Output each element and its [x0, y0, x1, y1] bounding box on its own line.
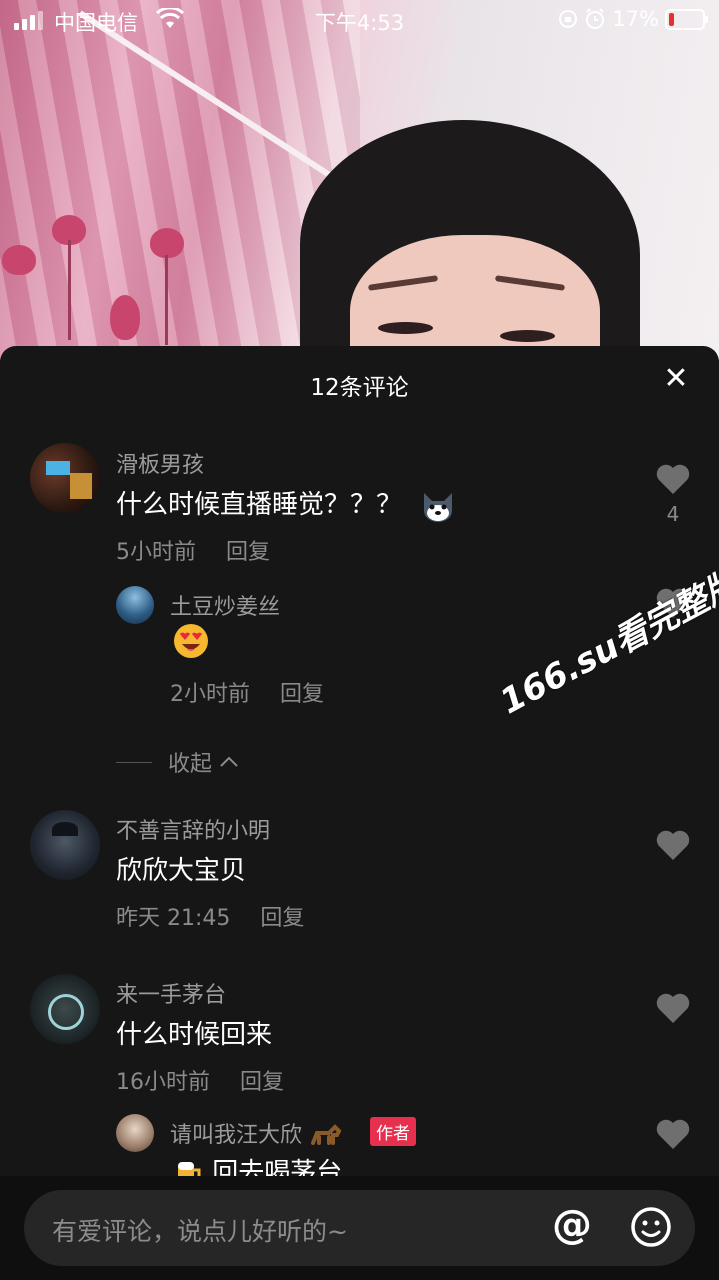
comment-meta: 昨天 21:45 回复 — [116, 900, 304, 932]
close-icon[interactable]: ✕ — [661, 364, 691, 394]
face — [350, 235, 600, 360]
mention-button[interactable]: @ — [552, 1202, 592, 1248]
like-count: 4 — [666, 502, 680, 526]
author-badge: 作者 — [370, 1117, 416, 1146]
comment-username[interactable]: 滑板男孩 — [116, 447, 204, 479]
heart-eyes-emoji — [174, 624, 208, 658]
comment-time: 昨天 21:45 — [116, 906, 231, 931]
alarm-icon — [586, 8, 605, 29]
reply-button[interactable]: 回复 — [260, 906, 304, 931]
like-heart-icon[interactable] — [655, 991, 691, 1025]
husky-emoji — [424, 492, 453, 522]
like-heart-icon[interactable] — [655, 1117, 691, 1151]
status-bar: 中国电信 下午4:53 17% — [0, 0, 719, 40]
tulip-stem — [68, 240, 71, 340]
comment-meta: 5小时前 回复 — [116, 534, 270, 566]
reply-button[interactable]: 回复 — [240, 1070, 284, 1095]
emoji-picker-icon[interactable] — [630, 1206, 672, 1248]
reply-text-content: 回去喝茅台 — [212, 1158, 343, 1176]
tulip — [2, 245, 36, 275]
battery-percent: 17% — [612, 7, 659, 31]
comment-input[interactable]: 有爱评论，说点儿好听的~ @ — [24, 1190, 695, 1266]
divider-line — [116, 761, 152, 763]
like-heart-icon[interactable] — [655, 828, 691, 862]
collapse-replies-button[interactable]: 收起 — [116, 746, 240, 778]
comment-text: 什么时候回来 — [116, 1020, 273, 1050]
comment-text: 什么时候直播睡觉？？？ — [116, 484, 456, 523]
reply-text: 回去喝茅台 — [172, 1152, 342, 1176]
comment-input-placeholder: 有爱评论，说点儿好听的~ — [52, 1217, 348, 1246]
reply-username[interactable]: 土豆炒姜丝 — [170, 589, 280, 621]
like-heart-icon[interactable] — [655, 462, 691, 496]
status-right: 17% — [558, 7, 708, 31]
avatar[interactable] — [116, 1114, 154, 1152]
comment-meta: 16小时前 回复 — [116, 1064, 284, 1096]
avatar-detail — [46, 461, 70, 475]
tulip — [150, 228, 184, 258]
reply-username-text: 请叫我汪大欣 — [170, 1123, 303, 1148]
reply-username[interactable]: 请叫我汪大欣 — [170, 1117, 343, 1149]
comments-title: 12条评论 — [310, 375, 409, 401]
reply-button[interactable]: 回复 — [226, 540, 270, 565]
rotation-lock-icon — [559, 10, 578, 28]
collapse-label: 收起 — [168, 752, 213, 777]
avatar-detail — [52, 822, 78, 836]
chevron-up-icon — [220, 756, 238, 767]
beer-emoji — [178, 1161, 201, 1176]
avatar[interactable] — [30, 443, 100, 513]
comment-username[interactable]: 来一手茅台 — [116, 977, 226, 1009]
video-background[interactable] — [0, 0, 719, 360]
reply-meta: 2小时前 回复 — [170, 676, 324, 708]
eye — [500, 330, 555, 342]
comment-time: 2小时前 — [170, 682, 250, 707]
comment-time: 16小时前 — [116, 1070, 210, 1095]
comment-username[interactable]: 不善言辞的小明 — [116, 813, 270, 845]
battery-icon — [665, 8, 708, 30]
tulip-stem — [165, 255, 168, 345]
avatar[interactable] — [30, 974, 100, 1044]
eye — [378, 322, 433, 334]
tulip — [110, 295, 140, 340]
avatar[interactable] — [116, 586, 154, 624]
reply-button[interactable]: 回复 — [280, 682, 324, 707]
comment-text-content: 什么时候直播睡觉？？？ — [116, 490, 403, 520]
avatar-detail — [48, 994, 84, 1030]
horse-emoji — [311, 1124, 342, 1145]
comment-time: 5小时前 — [116, 540, 196, 565]
avatar[interactable] — [30, 810, 100, 880]
comment-input-bar: 有爱评论，说点儿好听的~ @ — [0, 1176, 719, 1280]
avatar-detail — [70, 473, 92, 499]
comment-text: 欣欣大宝贝 — [116, 856, 247, 886]
